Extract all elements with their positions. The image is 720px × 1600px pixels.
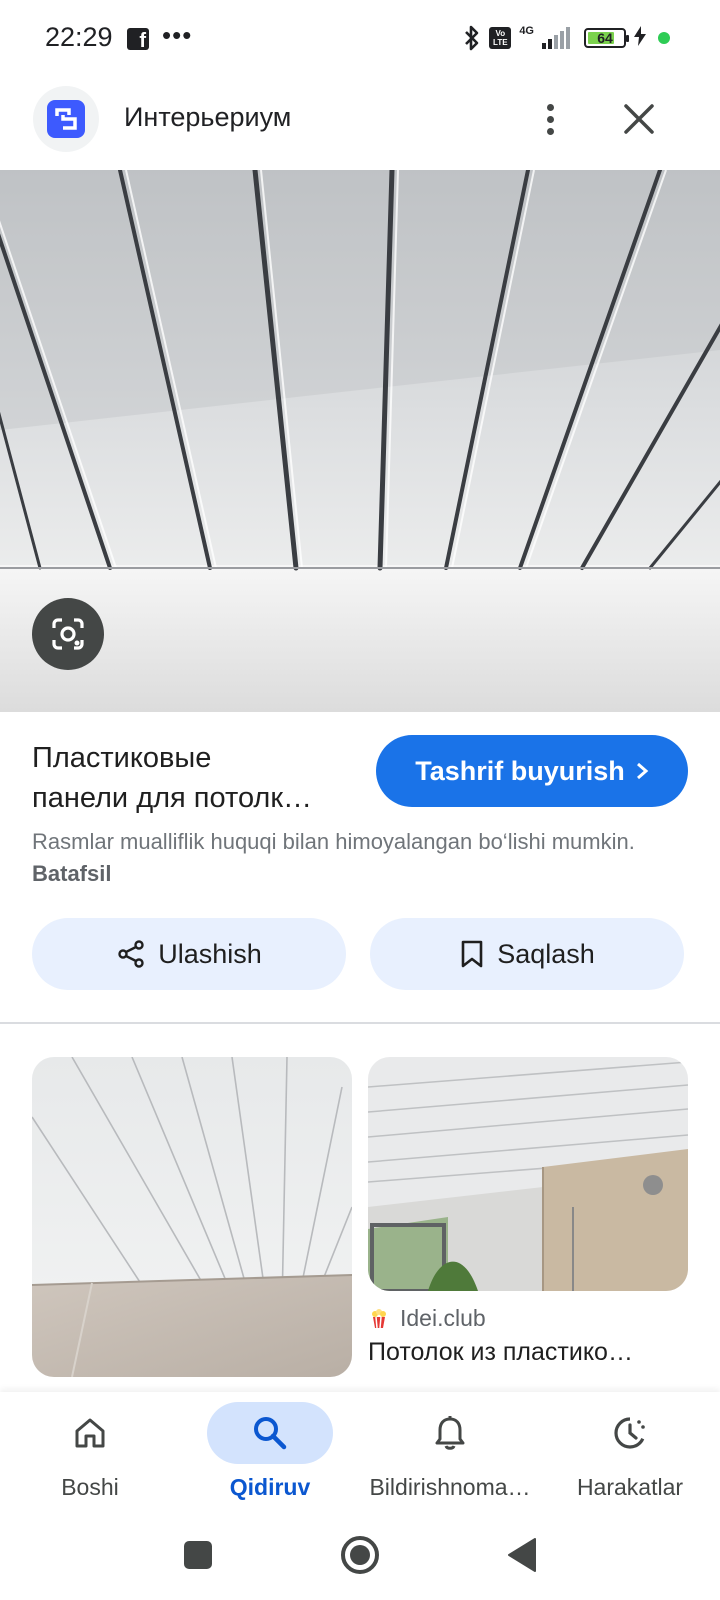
visit-button[interactable]: Tashrif buyurish: [376, 735, 688, 807]
home-circle-icon: [341, 1536, 379, 1574]
related-title[interactable]: Потолок из пластико…: [368, 1338, 688, 1367]
share-label: Ulashish: [158, 938, 262, 969]
learn-more-link[interactable]: Batafsil: [32, 861, 111, 886]
volte-icon: Vo LTE: [489, 27, 512, 49]
status-icons: Vo LTE 4G 64: [463, 24, 670, 52]
share-icon: [118, 940, 144, 968]
signal-icon: [542, 27, 570, 49]
app-header: Интерьериум: [0, 80, 720, 170]
more-notifications-icon: •••: [162, 20, 193, 50]
nav-label-home: Boshi: [61, 1474, 119, 1500]
save-label: Saqlash: [497, 938, 595, 969]
charging-icon: [634, 25, 646, 51]
bell-icon: [435, 1416, 465, 1450]
privacy-indicator-dot: [658, 32, 670, 44]
result-title-line2: панели для потолк…: [32, 782, 313, 814]
popcorn-icon: [372, 1308, 386, 1328]
bottom-navigation: Boshi Qidiruv Bildirishnoma… Harakatlar: [0, 1392, 720, 1514]
facebook-icon: f: [127, 28, 149, 52]
back-button[interactable]: [497, 1530, 547, 1580]
close-button[interactable]: [618, 98, 660, 140]
related-image-1[interactable]: [32, 1057, 352, 1377]
related-source[interactable]: Idei.club: [368, 1305, 486, 1332]
status-bar: 22:29 f ••• Vo LTE 4G 64: [0, 0, 720, 76]
home-system-button[interactable]: [335, 1530, 385, 1580]
share-button[interactable]: Ulashish: [32, 918, 346, 990]
nav-item-home[interactable]: Boshi: [0, 1392, 180, 1514]
recents-button[interactable]: [173, 1530, 223, 1580]
divider: [0, 1022, 720, 1024]
battery-level: 64: [597, 30, 613, 46]
activity-icon: [614, 1417, 646, 1449]
battery-icon: 64: [584, 28, 629, 48]
site-logo-icon: [47, 100, 85, 138]
status-time: 22:29: [45, 22, 113, 52]
result-image[interactable]: [0, 170, 720, 712]
nav-label-search: Qidiruv: [229, 1474, 311, 1500]
home-icon: [75, 1418, 105, 1448]
copyright-text: Rasmlar mualliflik huquqi bilan himoyala…: [32, 829, 635, 854]
site-name: Интерьериум: [124, 102, 292, 132]
source-name: Idei.club: [400, 1305, 486, 1331]
more-options-button[interactable]: [530, 94, 570, 144]
bookmark-icon: [461, 940, 483, 968]
lens-icon: [52, 618, 84, 650]
recents-square-icon: [184, 1541, 212, 1569]
result-title[interactable]: Пластиковые панели для потолк…: [32, 738, 352, 818]
save-button[interactable]: Saqlash: [370, 918, 684, 990]
nav-label-notifications: Bildirishnoma…: [369, 1474, 531, 1500]
nav-item-notifications[interactable]: Bildirishnoma…: [360, 1392, 540, 1514]
network-type: 4G: [519, 25, 534, 37]
nav-label-activity: Harakatlar: [576, 1474, 684, 1500]
bluetooth-icon: [463, 24, 481, 52]
related-image-2[interactable]: [368, 1057, 688, 1291]
result-title-line1: Пластиковые: [32, 742, 212, 774]
back-triangle-icon: [508, 1538, 536, 1572]
search-icon: [254, 1417, 287, 1450]
chevron-right-icon: [636, 762, 649, 780]
close-icon: [624, 104, 654, 134]
site-avatar[interactable]: [33, 86, 99, 152]
nav-item-search[interactable]: Qidiruv: [180, 1392, 360, 1514]
nav-item-activity[interactable]: Harakatlar: [540, 1392, 720, 1514]
more-vert-icon: [546, 103, 554, 111]
visit-button-label: Tashrif buyurish: [415, 755, 625, 786]
google-lens-button[interactable]: [32, 598, 104, 670]
system-navigation: [0, 1514, 720, 1600]
copyright-note: Rasmlar mualliflik huquqi bilan himoyala…: [32, 826, 672, 890]
